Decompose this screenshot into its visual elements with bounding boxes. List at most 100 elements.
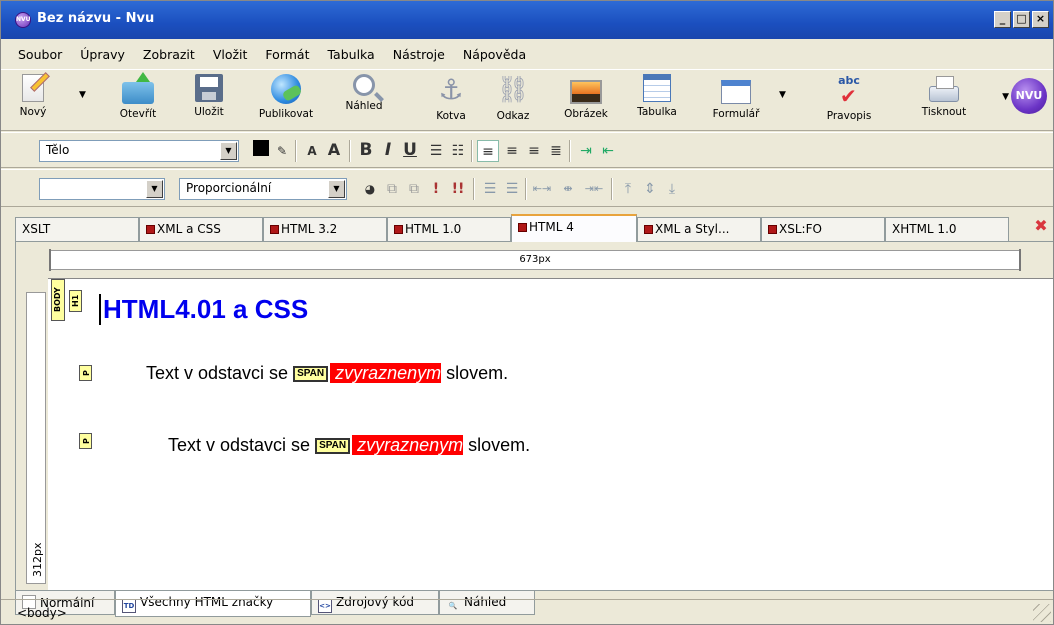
magnifier-icon: [353, 74, 375, 96]
paragraph-style-select[interactable]: Tělo ▼: [39, 140, 239, 162]
close-button[interactable]: ×: [1032, 11, 1049, 28]
image-button[interactable]: Obrázek: [557, 72, 615, 128]
align-justify-icon[interactable]: ≣: [545, 140, 567, 162]
emphasized-span[interactable]: zvyraznenym: [330, 363, 442, 383]
valign-middle-icon[interactable]: ⇕: [639, 178, 661, 200]
span-tag-marker[interactable]: SPAN: [293, 366, 329, 382]
vertical-ruler: 312px: [26, 292, 46, 584]
align-right-icon[interactable]: ≡: [523, 140, 545, 162]
menu-napoveda[interactable]: Nápověda: [454, 47, 535, 62]
indent-icon[interactable]: ⇥: [575, 140, 597, 162]
emphasized-span[interactable]: zvyraznenym: [352, 435, 464, 455]
new-document-icon: [22, 74, 44, 102]
valign-bottom-icon[interactable]: ⤓: [661, 178, 683, 200]
tab-xsl-fo[interactable]: XSL:FO: [761, 217, 885, 241]
tab-xml-a-styl[interactable]: XML a Styl...: [637, 217, 761, 241]
open-button[interactable]: Otevřít: [113, 72, 163, 128]
style-icon[interactable]: ◕: [359, 178, 381, 200]
anchor-icon: ⚓: [438, 73, 464, 106]
important-icon[interactable]: !: [425, 178, 447, 200]
span-tag-marker[interactable]: SPAN: [315, 438, 351, 454]
paste-style-icon[interactable]: ⧉: [403, 178, 425, 200]
tag-path[interactable]: <body>: [17, 606, 67, 620]
padding-both-icon[interactable]: ⇼: [557, 178, 579, 200]
align-left-icon[interactable]: ≡: [477, 140, 499, 162]
format-toolbar-2: ▼ Proporcionální ▼ ◕ ⧉ ⧉ ! !! ☰ ☰ ⇤⇥ ⇼ ⇥…: [1, 169, 1053, 207]
align-center-icon[interactable]: ≡: [501, 140, 523, 162]
menu-soubor[interactable]: Soubor: [9, 47, 71, 62]
font-family-select[interactable]: Proporcionální ▼: [179, 178, 347, 200]
format-toolbar-1: Tělo ▼ ✎ A A B I U ☰ ☷ ≡ ≡ ≡ ≣ ⇥ ⇤: [1, 132, 1053, 168]
numbered-list-icon[interactable]: ☰: [425, 140, 447, 162]
printer-icon: [929, 76, 959, 102]
menu-bar: Soubor Úpravy Zobrazit Vložit Formát Tab…: [1, 41, 1053, 67]
spell-check-button[interactable]: abc Pravopis: [817, 72, 881, 128]
menu-nastroje[interactable]: Nástroje: [384, 47, 454, 62]
publish-button[interactable]: Publikovat: [251, 72, 321, 128]
tab-html-1-0[interactable]: HTML 1.0: [387, 217, 511, 241]
font-larger-icon[interactable]: A: [323, 139, 345, 161]
bold-icon[interactable]: B: [355, 139, 377, 161]
p-tag-marker[interactable]: P: [79, 433, 92, 449]
form-dropdown-arrow[interactable]: ▼: [779, 90, 786, 100]
bullet-list-icon[interactable]: ☷: [447, 140, 469, 162]
paragraph-2[interactable]: Text v odstavci se SPAN zvyraznenym slov…: [168, 435, 530, 456]
tab-xslt[interactable]: XSLT: [15, 217, 139, 241]
composition-toolbar: Nový ▼ Otevřít Uložit Publikovat Náhled …: [1, 69, 1053, 131]
form-button[interactable]: Formulář: [705, 72, 767, 128]
highlight-color-icon[interactable]: ✎: [271, 140, 293, 162]
picture-icon: [570, 80, 602, 104]
tab-html-3-2[interactable]: HTML 3.2: [263, 217, 387, 241]
chevron-down-icon: ▼: [146, 180, 163, 198]
text-color-icon[interactable]: [253, 140, 269, 156]
new-button[interactable]: Nový: [11, 72, 55, 128]
padding-right-icon[interactable]: ⇥⇤: [583, 178, 605, 200]
double-important-icon[interactable]: !!: [447, 178, 469, 200]
window-title: Bez názvu - Nvu: [37, 11, 155, 26]
resize-grip-icon[interactable]: [1033, 604, 1051, 622]
table-button[interactable]: Tabulka: [629, 72, 685, 128]
h1-tag-marker[interactable]: H1: [69, 290, 82, 312]
document-heading[interactable]: HTML4.01 a CSS: [99, 294, 308, 325]
tab-html-4[interactable]: HTML 4: [511, 214, 637, 242]
p-tag-marker[interactable]: P: [79, 365, 92, 381]
font-smaller-icon[interactable]: A: [301, 140, 323, 162]
body-tag-marker[interactable]: BODY: [51, 279, 65, 321]
tab-xhtml-1-0[interactable]: XHTML 1.0: [885, 217, 1009, 241]
maximize-button[interactable]: □: [1013, 11, 1030, 28]
app-window: NVU Bez názvu - Nvu _ □ × Soubor Úpravy …: [0, 0, 1054, 625]
copy-style-icon[interactable]: ⧉: [381, 178, 403, 200]
menu-vlozit[interactable]: Vložit: [204, 47, 257, 62]
print-dropdown-arrow[interactable]: ▼: [1002, 92, 1009, 102]
underline-icon[interactable]: U: [399, 139, 421, 161]
print-button[interactable]: Tisknout: [913, 72, 975, 128]
close-tab-icon[interactable]: ✖: [1033, 218, 1049, 234]
tab-xml-a-css[interactable]: XML a CSS: [139, 217, 263, 241]
save-button[interactable]: Uložit: [187, 72, 231, 128]
document-canvas[interactable]: BODY H1 HTML4.01 a CSS P Text v odstavci…: [48, 278, 1053, 590]
status-bar: <body>: [1, 599, 1053, 624]
class-select[interactable]: ▼: [39, 178, 165, 200]
menu-upravy[interactable]: Úpravy: [71, 47, 134, 62]
table-icon: [643, 74, 671, 102]
floppy-disk-icon: [195, 74, 223, 102]
minimize-button[interactable]: _: [994, 11, 1011, 28]
preview-button[interactable]: Náhled: [339, 72, 389, 128]
italic-icon[interactable]: I: [377, 139, 399, 161]
menu-tabulka[interactable]: Tabulka: [318, 47, 383, 62]
padding-left-icon[interactable]: ⇤⇥: [531, 178, 553, 200]
menu-format[interactable]: Formát: [256, 47, 318, 62]
new-dropdown-arrow[interactable]: ▼: [79, 90, 86, 100]
outdent-icon[interactable]: ⇤: [597, 140, 619, 162]
margin-bottom-icon[interactable]: ☰: [501, 178, 523, 200]
open-folder-icon: [122, 72, 154, 104]
menu-zobrazit[interactable]: Zobrazit: [134, 47, 204, 62]
document-icon: [644, 225, 653, 234]
link-button[interactable]: ⛓ Odkaz: [491, 72, 535, 128]
valign-top-icon[interactable]: ⤒: [617, 178, 639, 200]
document-icon: [768, 225, 777, 234]
anchor-button[interactable]: ⚓ Kotva: [429, 72, 473, 128]
margin-top-icon[interactable]: ☰: [479, 178, 501, 200]
paragraph-1[interactable]: Text v odstavci se SPAN zvyraznenym slov…: [146, 363, 508, 384]
spellcheck-icon: abc: [832, 74, 866, 108]
